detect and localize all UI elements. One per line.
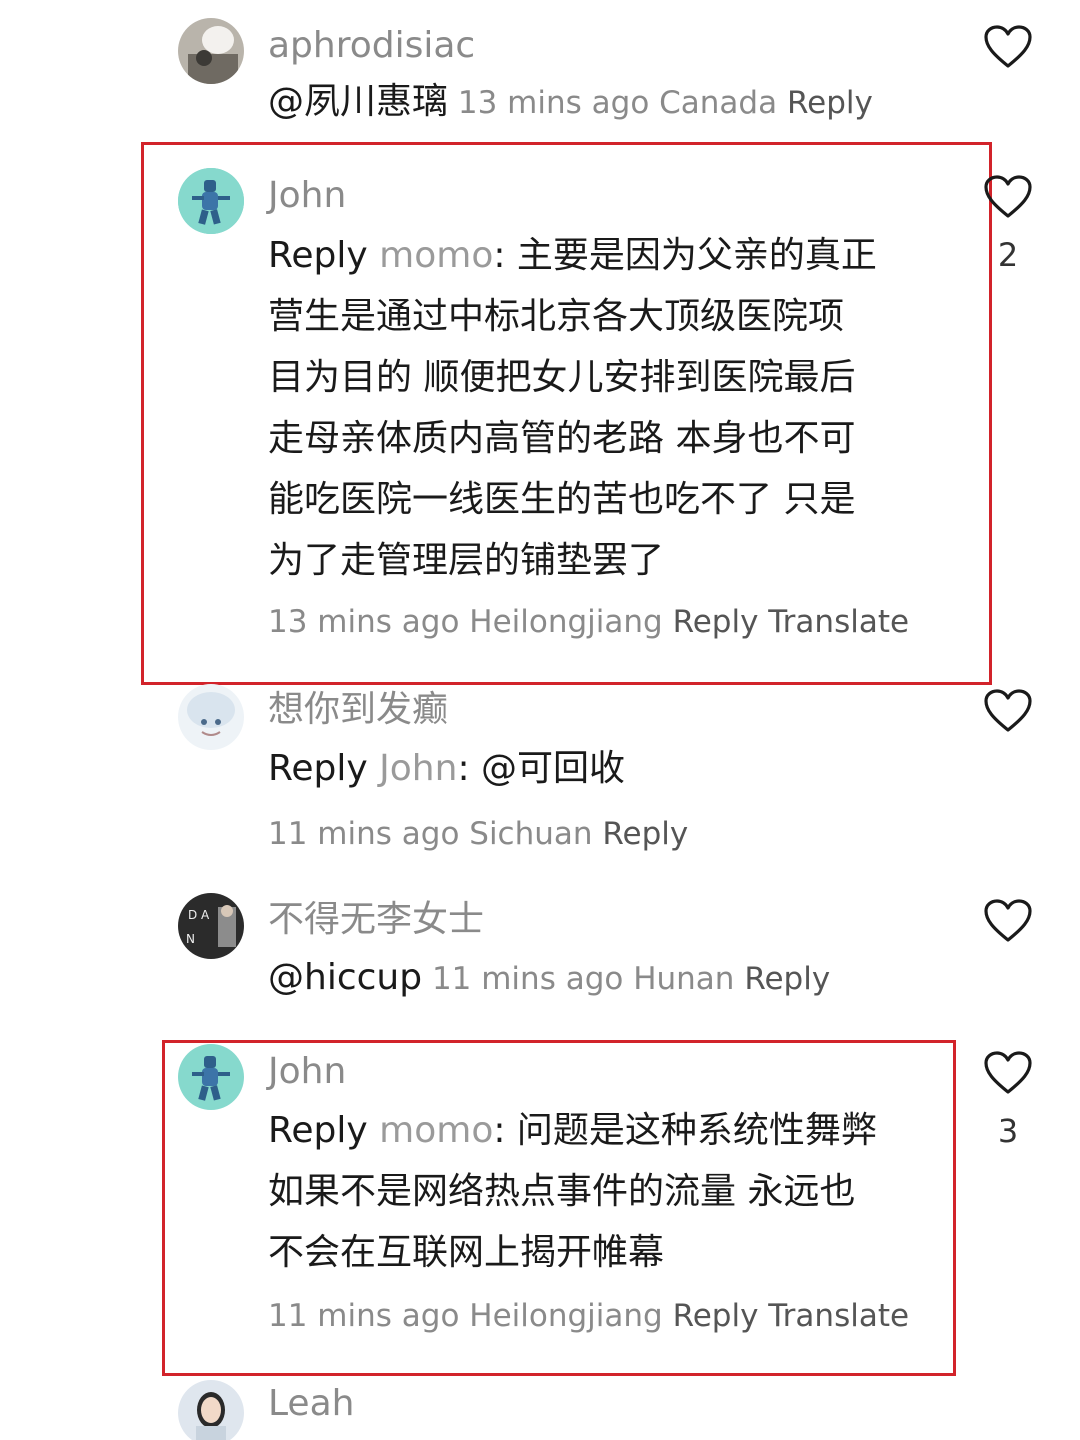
heart-outline-icon (984, 899, 1032, 942)
reply-button[interactable]: Reply (602, 816, 688, 852)
location: Canada (659, 85, 778, 121)
like-button[interactable] (983, 1050, 1033, 1096)
heart-outline-icon (984, 689, 1032, 732)
avatar[interactable] (178, 18, 244, 84)
comment-meta: 11 mins ago Heilongjiang Reply Translate (268, 1296, 909, 1336)
text-line: : 问题是这种系统性舞弊 (493, 1110, 877, 1151)
username[interactable]: 不得无李女士 (268, 898, 484, 942)
reply-button[interactable]: Reply (744, 961, 830, 997)
avatar[interactable] (178, 1380, 244, 1440)
comment-text: Reply John: @可回收 (268, 738, 918, 799)
text-line: 为了走管理层的铺垫罢了 (268, 540, 665, 581)
like-count: 3 (997, 1112, 1019, 1150)
timestamp: 11 mins ago (268, 816, 460, 852)
timestamp: 11 mins ago (268, 1298, 460, 1334)
heart-outline-icon (984, 1051, 1032, 1094)
like-button[interactable] (983, 688, 1033, 734)
reply-button[interactable]: Reply (673, 604, 759, 640)
comment-line: @hiccup 11 mins ago Hunan Reply (268, 958, 830, 999)
translate-button[interactable]: Translate (768, 604, 909, 640)
comment-line: @夙川惠璃 13 mins ago Canada Reply (268, 82, 873, 123)
username[interactable]: John (268, 1050, 346, 1094)
location: Sichuan (469, 816, 593, 852)
like-button[interactable] (983, 174, 1033, 220)
text-line: 走母亲体质内高管的老路 本身也不可 (268, 418, 856, 459)
username[interactable]: John (268, 174, 346, 218)
like-count: 2 (997, 236, 1019, 274)
reply-target[interactable]: John (379, 748, 457, 789)
comment-meta: 13 mins ago Heilongjiang Reply Translate (268, 602, 909, 642)
timestamp: 13 mins ago (268, 604, 460, 640)
text-line: : 主要是因为父亲的真正 (493, 235, 877, 276)
text-line: 不会在互联网上揭开帷幕 (268, 1232, 665, 1273)
avatar[interactable] (178, 168, 244, 234)
timestamp: 11 mins ago (431, 961, 624, 997)
svg-text:D A: D A (188, 908, 210, 922)
translate-button[interactable]: Translate (768, 1298, 909, 1334)
reply-label: Reply (268, 1110, 368, 1151)
mention[interactable]: @夙川惠璃 (268, 81, 448, 122)
avatar[interactable] (178, 1044, 244, 1110)
comment-text: Reply momo: 主要是因为父亲的真正 营生是通过中标北京各大顶级医院项 … (268, 225, 928, 591)
text-line: 营生是通过中标北京各大顶级医院项 (268, 296, 845, 337)
reply-button[interactable]: Reply (787, 85, 873, 121)
username[interactable]: Leah (268, 1382, 354, 1426)
like-button[interactable] (983, 24, 1033, 70)
timestamp: 13 mins ago (457, 85, 650, 121)
text-line: 目为目的 顺便把女儿安排到医院最后 (268, 357, 856, 398)
username[interactable]: aphrodisiac (268, 24, 475, 68)
location: Hunan (633, 961, 735, 997)
comment-line: Reply momo: 问题是这种系统性舞弊 (268, 1100, 928, 1161)
location: Heilongjiang (469, 1298, 663, 1334)
username[interactable]: 想你到发癫 (268, 688, 448, 732)
mention[interactable]: @hiccup (268, 957, 422, 998)
avatar[interactable]: D A N (178, 893, 244, 959)
reply-target[interactable]: momo (379, 235, 493, 276)
reply-label: Reply (268, 235, 368, 276)
avatar[interactable] (178, 684, 244, 750)
comment-text: Reply momo: 问题是这种系统性舞弊 如果不是网络热点事件的流量 永远也… (268, 1100, 928, 1283)
svg-text:N: N (186, 932, 195, 946)
reply-target[interactable]: momo (379, 1110, 493, 1151)
like-button[interactable] (983, 898, 1033, 944)
reply-label: Reply (268, 748, 368, 789)
text-line: 能吃医院一线医生的苦也吃不了 只是 (268, 479, 856, 520)
heart-outline-icon (984, 175, 1032, 218)
comment-line: Reply momo: 主要是因为父亲的真正 (268, 225, 928, 286)
heart-outline-icon (984, 25, 1032, 68)
comment-meta: 11 mins ago Sichuan Reply (268, 814, 688, 854)
text-line: : @可回收 (457, 748, 626, 789)
location: Heilongjiang (469, 604, 663, 640)
text-line: 如果不是网络热点事件的流量 永远也 (268, 1171, 856, 1212)
reply-button[interactable]: Reply (673, 1298, 759, 1334)
